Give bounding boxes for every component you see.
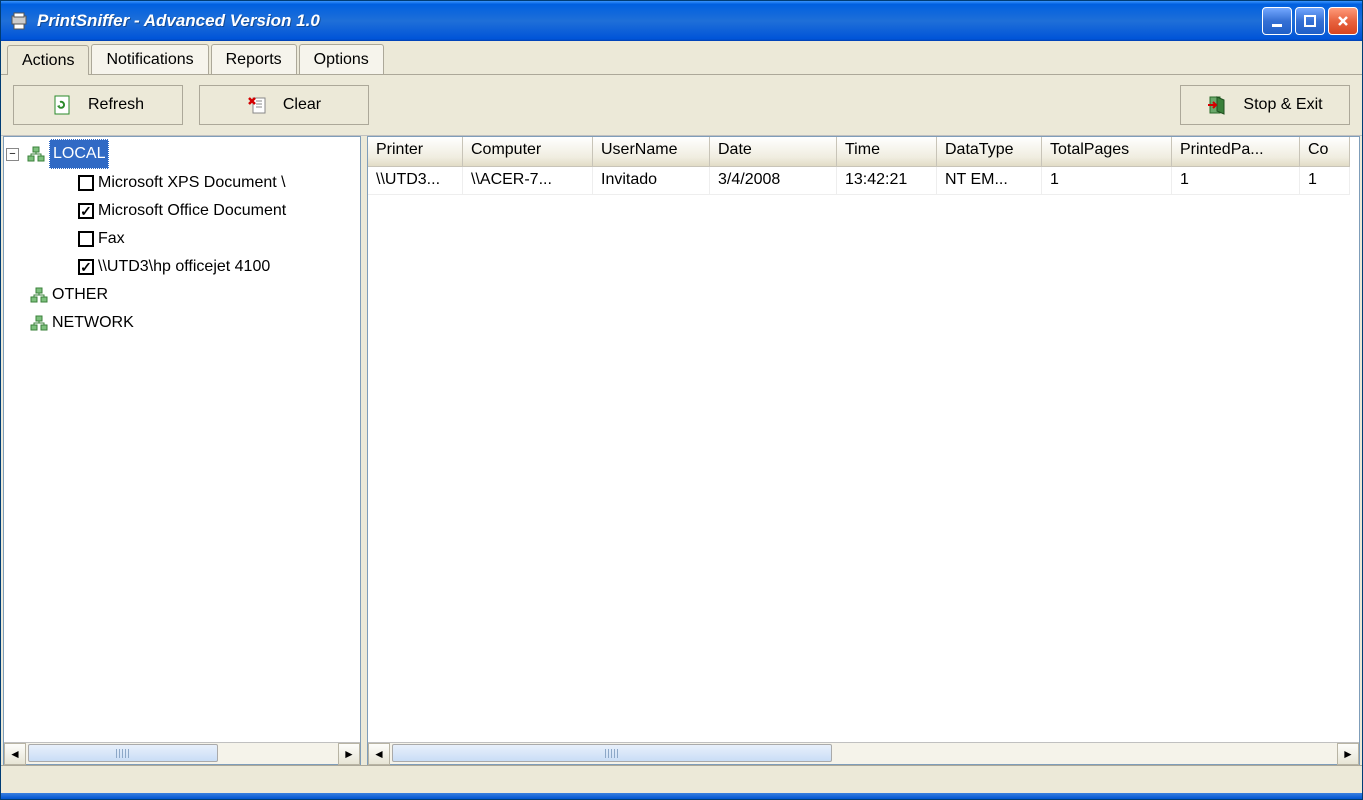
- titlebar[interactable]: PrintSniffer - Advanced Version 1.0: [1, 1, 1362, 41]
- clear-label: Clear: [283, 96, 321, 114]
- tree-printer-item[interactable]: Microsoft XPS Document \: [6, 169, 358, 197]
- table-cell: NT EM...: [937, 167, 1042, 195]
- tree-pane: − LOCAL Microsoft XPS Document \✓Microso…: [3, 136, 361, 765]
- table-cell: \\ACER-7...: [463, 167, 593, 195]
- printer-label[interactable]: \\UTD3\hp officejet 4100: [98, 253, 270, 281]
- tab-options[interactable]: Options: [299, 44, 384, 74]
- tree-node-local[interactable]: LOCAL: [49, 139, 109, 169]
- column-header[interactable]: Printer: [368, 137, 463, 167]
- table-cell: 1: [1300, 167, 1350, 195]
- tree-node-network[interactable]: NETWORK: [52, 309, 134, 337]
- clear-button[interactable]: Clear: [199, 85, 369, 125]
- network-node-icon: [30, 314, 48, 332]
- tree-printer-item[interactable]: ✓Microsoft Office Document: [6, 197, 358, 225]
- app-icon: [9, 11, 29, 31]
- table-cell: 1: [1042, 167, 1172, 195]
- scroll-left-button[interactable]: ◄: [368, 743, 390, 765]
- table-cell: \\UTD3...: [368, 167, 463, 195]
- app-window: PrintSniffer - Advanced Version 1.0 Acti…: [0, 0, 1363, 800]
- printer-checkbox[interactable]: ✓: [78, 259, 94, 275]
- window-title: PrintSniffer - Advanced Version 1.0: [37, 11, 1262, 31]
- refresh-label: Refresh: [88, 96, 144, 114]
- column-header[interactable]: Co: [1300, 137, 1350, 167]
- column-header[interactable]: DataType: [937, 137, 1042, 167]
- column-header[interactable]: PrintedPa...: [1172, 137, 1300, 167]
- printer-checkbox[interactable]: ✓: [78, 203, 94, 219]
- printer-label[interactable]: Microsoft XPS Document \: [98, 169, 286, 197]
- scroll-track[interactable]: [390, 743, 1337, 764]
- window-controls: [1262, 7, 1358, 35]
- toolbar: Refresh Clear Stop & Exit: [1, 75, 1362, 136]
- table-row[interactable]: \\UTD3...\\ACER-7...Invitado3/4/200813:4…: [368, 167, 1359, 195]
- printer-checkbox[interactable]: [78, 231, 94, 247]
- printer-checkbox[interactable]: [78, 175, 94, 191]
- window-bottom-edge: [1, 793, 1362, 799]
- maximize-button[interactable]: [1295, 7, 1325, 35]
- tabstrip: ActionsNotificationsReportsOptions: [1, 41, 1362, 75]
- table-cell: 3/4/2008: [710, 167, 837, 195]
- scroll-right-button[interactable]: ►: [1337, 743, 1359, 765]
- tree-hscrollbar[interactable]: ◄ ►: [4, 742, 360, 764]
- column-header[interactable]: UserName: [593, 137, 710, 167]
- tab-reports[interactable]: Reports: [211, 44, 297, 74]
- scroll-right-button[interactable]: ►: [338, 743, 360, 765]
- exit-icon: [1207, 94, 1229, 116]
- column-header[interactable]: TotalPages: [1042, 137, 1172, 167]
- table-body[interactable]: \\UTD3...\\ACER-7...Invitado3/4/200813:4…: [368, 167, 1359, 742]
- tree-collapse-icon[interactable]: −: [6, 148, 19, 161]
- scroll-left-button[interactable]: ◄: [4, 743, 26, 765]
- network-node-icon: [27, 145, 45, 163]
- network-node-icon: [30, 286, 48, 304]
- tab-actions[interactable]: Actions: [7, 45, 89, 75]
- tree-node-other[interactable]: OTHER: [52, 281, 108, 309]
- tree-printer-item[interactable]: ✓\\UTD3\hp officejet 4100: [6, 253, 358, 281]
- printer-tree[interactable]: − LOCAL Microsoft XPS Document \✓Microso…: [4, 137, 360, 742]
- tab-notifications[interactable]: Notifications: [91, 44, 208, 74]
- column-header[interactable]: Computer: [463, 137, 593, 167]
- column-header[interactable]: Date: [710, 137, 837, 167]
- close-button[interactable]: [1328, 7, 1358, 35]
- printer-label[interactable]: Microsoft Office Document: [98, 197, 286, 225]
- refresh-button[interactable]: Refresh: [13, 85, 183, 125]
- refresh-icon: [52, 94, 74, 116]
- scroll-track[interactable]: [26, 743, 338, 764]
- scroll-thumb[interactable]: [392, 744, 832, 762]
- table-cell: 1: [1172, 167, 1300, 195]
- printer-label[interactable]: Fax: [98, 225, 125, 253]
- clear-icon: [247, 94, 269, 116]
- statusbar: [1, 765, 1362, 793]
- table-header: PrinterComputerUserNameDateTimeDataTypeT…: [368, 137, 1359, 167]
- stop-exit-label: Stop & Exit: [1243, 96, 1322, 114]
- table-hscrollbar[interactable]: ◄ ►: [368, 742, 1359, 764]
- content-area: − LOCAL Microsoft XPS Document \✓Microso…: [1, 136, 1362, 765]
- minimize-button[interactable]: [1262, 7, 1292, 35]
- column-header[interactable]: Time: [837, 137, 937, 167]
- table-pane: PrinterComputerUserNameDateTimeDataTypeT…: [367, 136, 1360, 765]
- table-cell: Invitado: [593, 167, 710, 195]
- scroll-thumb[interactable]: [28, 744, 218, 762]
- stop-exit-button[interactable]: Stop & Exit: [1180, 85, 1350, 125]
- tree-printer-item[interactable]: Fax: [6, 225, 358, 253]
- table-cell: 13:42:21: [837, 167, 937, 195]
